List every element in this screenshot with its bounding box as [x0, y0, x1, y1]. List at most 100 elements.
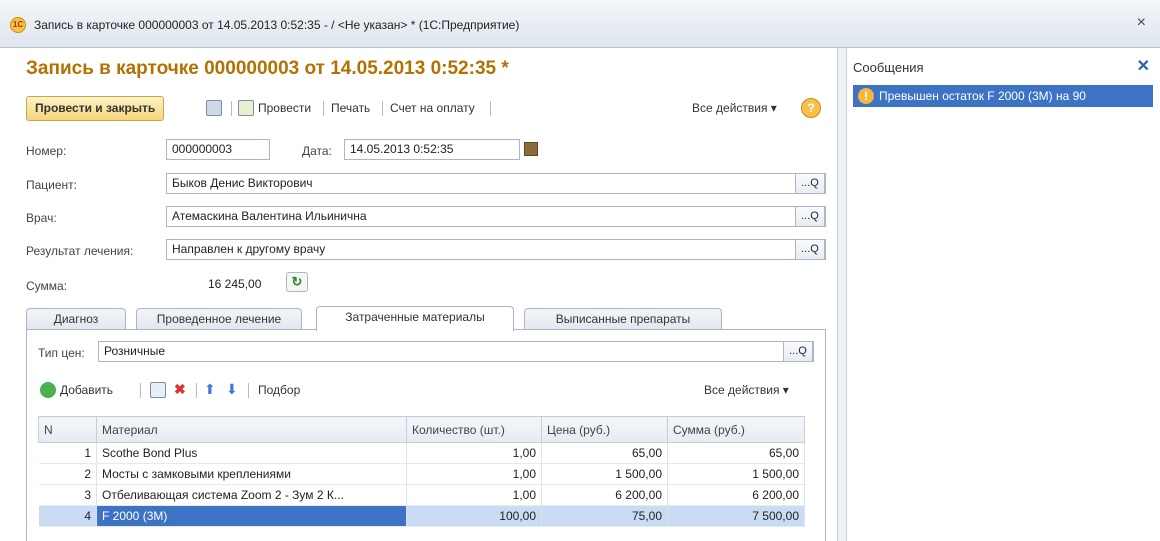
- row-price[interactable]: 1 500,00: [541, 463, 668, 485]
- tab-diagnosis[interactable]: Диагноз: [26, 308, 126, 330]
- doctor-field[interactable]: Атемаскина Валентина Ильинична ...Q: [166, 206, 826, 227]
- window-close-button[interactable]: ×: [1137, 14, 1146, 32]
- panel-splitter[interactable]: [837, 48, 847, 541]
- result-field[interactable]: Направлен к другому врачу ...Q: [166, 239, 826, 260]
- message-text: Превышен остаток F 2000 (3М) на 90: [879, 89, 1086, 103]
- messages-close-button[interactable]: ✕: [1137, 56, 1150, 76]
- search-icon[interactable]: Q: [810, 243, 819, 255]
- add-icon[interactable]: [40, 382, 56, 398]
- patient-field[interactable]: Быков Денис Викторович ...Q: [166, 173, 826, 194]
- invoice-button[interactable]: Счет на оплату: [390, 101, 475, 115]
- post-icon[interactable]: [238, 100, 254, 116]
- row-price[interactable]: 65,00: [541, 442, 668, 464]
- tab-treatment[interactable]: Проведенное лечение: [136, 308, 302, 330]
- toolbar-divider: [323, 101, 324, 116]
- toolbar-divider: [382, 101, 383, 116]
- table-row[interactable]: 3 Отбеливающая система Zoom 2 - Зум 2 К.…: [38, 484, 805, 506]
- toolbar-divider: [490, 101, 491, 116]
- tab-prescriptions[interactable]: Выписанные препараты: [524, 308, 722, 330]
- result-select-button[interactable]: ...Q: [795, 240, 825, 259]
- row-number: 1: [38, 442, 97, 464]
- selection-button[interactable]: Подбор: [258, 383, 300, 397]
- row-quantity[interactable]: 1,00: [406, 463, 542, 485]
- row-number: 4: [38, 505, 97, 527]
- row-quantity[interactable]: 1,00: [406, 442, 542, 464]
- save-icon[interactable]: [206, 100, 222, 116]
- copy-icon[interactable]: [150, 382, 166, 398]
- date-field[interactable]: 14.05.2013 0:52:35: [344, 139, 520, 160]
- row-material[interactable]: Scothe Bond Plus: [96, 442, 407, 464]
- doctor-value: Атемаскина Валентина Ильинична: [172, 209, 367, 223]
- row-material[interactable]: Отбеливающая система Zoom 2 - Зум 2 К...: [96, 484, 407, 506]
- table-all-actions-menu[interactable]: Все действия ▾: [704, 383, 789, 397]
- row-number: 3: [38, 484, 97, 506]
- window-title: Запись в карточке 000000003 от 14.05.201…: [34, 18, 520, 32]
- row-sum: 7 500,00: [667, 505, 805, 527]
- search-icon[interactable]: Q: [798, 345, 807, 357]
- patient-select-button[interactable]: ...Q: [795, 174, 825, 193]
- form-toolbar: Провести и закрыть Провести Печать Счет …: [26, 96, 826, 122]
- toolbar-divider: [140, 383, 141, 398]
- price-type-field[interactable]: Розничные ...Q: [98, 341, 814, 362]
- column-header-sum[interactable]: Сумма (руб.): [667, 416, 805, 443]
- column-header-quantity[interactable]: Количество (шт.): [406, 416, 542, 443]
- row-price[interactable]: 75,00: [541, 505, 668, 527]
- toolbar-divider: [248, 383, 249, 398]
- post-and-close-button[interactable]: Провести и закрыть: [26, 96, 165, 121]
- row-number: 2: [38, 463, 97, 485]
- page-title: Запись в карточке 000000003 от 14.05.201…: [26, 58, 509, 79]
- refresh-icon[interactable]: ↻: [286, 272, 308, 292]
- result-value: Направлен к другому врачу: [172, 242, 326, 256]
- patient-label: Пациент:: [26, 178, 78, 192]
- patient-value: Быков Денис Викторович: [172, 176, 313, 190]
- message-item[interactable]: ! Превышен остаток F 2000 (3М) на 90: [853, 85, 1153, 107]
- doctor-select-button[interactable]: ...Q: [795, 207, 825, 226]
- post-button[interactable]: Провести: [258, 101, 311, 115]
- tab-materials[interactable]: Затраченные материалы: [316, 306, 514, 331]
- add-button[interactable]: Добавить: [60, 383, 113, 397]
- row-quantity[interactable]: 1,00: [406, 484, 542, 506]
- row-quantity[interactable]: 100,00: [406, 505, 542, 527]
- table-row[interactable]: 2 Мосты с замковыми креплениями 1,00 1 5…: [38, 463, 805, 485]
- row-sum: 65,00: [667, 442, 805, 464]
- sum-value: 16 245,00: [208, 277, 262, 291]
- search-icon[interactable]: Q: [810, 177, 819, 189]
- column-header-n[interactable]: N: [38, 416, 97, 443]
- table-row[interactable]: 1 Scothe Bond Plus 1,00 65,00 65,00: [38, 442, 805, 464]
- calendar-icon[interactable]: [524, 142, 538, 156]
- help-icon[interactable]: ?: [801, 98, 821, 118]
- all-actions-menu[interactable]: Все действия ▾: [692, 101, 777, 115]
- price-type-label: Тип цен:: [38, 346, 85, 360]
- move-down-icon[interactable]: ⬇: [226, 381, 238, 398]
- toolbar-divider: [231, 101, 232, 116]
- date-label: Дата:: [302, 144, 332, 158]
- window-titlebar: 1С Запись в карточке 000000003 от 14.05.…: [0, 0, 1160, 48]
- result-label: Результат лечения:: [26, 244, 134, 258]
- app-logo-icon: 1С: [10, 17, 26, 33]
- price-type-select-button[interactable]: ...Q: [783, 342, 813, 361]
- toolbar-divider: [196, 383, 197, 398]
- column-header-material[interactable]: Материал: [96, 416, 407, 443]
- warning-icon: !: [858, 88, 874, 104]
- row-sum: 6 200,00: [667, 484, 805, 506]
- delete-icon[interactable]: ✖: [174, 381, 186, 398]
- doctor-label: Врач:: [26, 211, 57, 225]
- move-up-icon[interactable]: ⬆: [204, 381, 216, 398]
- messages-title: Сообщения: [853, 60, 924, 75]
- messages-panel: Сообщения ✕ ! Превышен остаток F 2000 (3…: [847, 48, 1160, 541]
- table-row-selected[interactable]: 4 F 2000 (3M) 100,00 75,00 7 500,00: [38, 505, 805, 527]
- sum-label: Сумма:: [26, 279, 68, 293]
- materials-table: N Материал Количество (шт.) Цена (руб.) …: [38, 416, 805, 527]
- number-field[interactable]: 000000003: [166, 139, 270, 160]
- column-header-price[interactable]: Цена (руб.): [541, 416, 668, 443]
- row-material[interactable]: F 2000 (3M): [96, 505, 407, 527]
- row-price[interactable]: 6 200,00: [541, 484, 668, 506]
- table-header-row: N Материал Количество (шт.) Цена (руб.) …: [38, 416, 805, 443]
- number-label: Номер:: [26, 144, 67, 158]
- row-material[interactable]: Мосты с замковыми креплениями: [96, 463, 407, 485]
- row-sum: 1 500,00: [667, 463, 805, 485]
- price-type-value: Розничные: [104, 344, 166, 358]
- search-icon[interactable]: Q: [810, 210, 819, 222]
- print-button[interactable]: Печать: [331, 101, 370, 115]
- tab-bar: Диагноз Проведенное лечение Затраченные …: [26, 306, 826, 331]
